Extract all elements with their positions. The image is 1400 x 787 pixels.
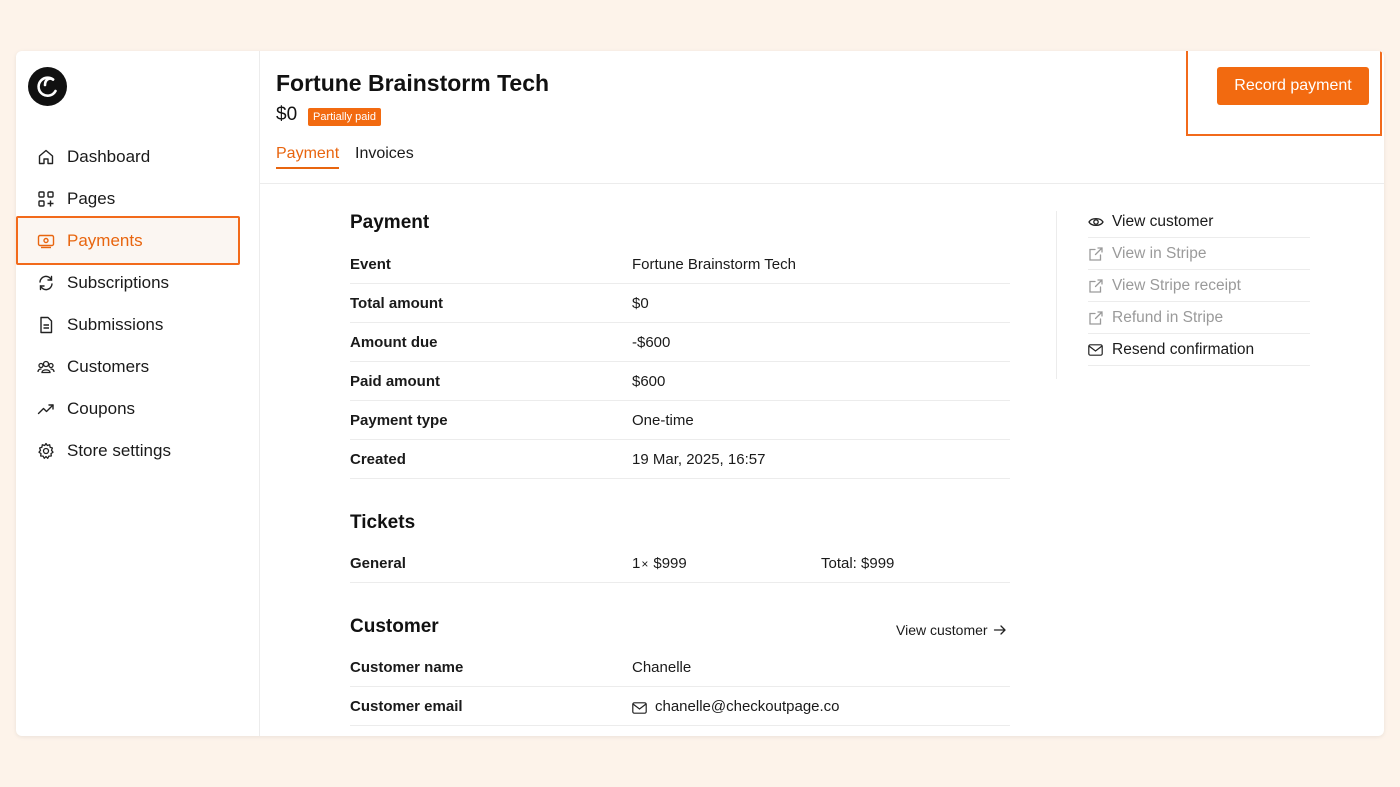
- sidebar-item-label: Submissions: [67, 315, 164, 334]
- payment-section-title: Payment: [350, 212, 430, 233]
- table-row: Created 19 Mar, 2025, 16:57: [350, 440, 1010, 479]
- action-label: Resend confirmation: [1112, 340, 1255, 358]
- table-row: Amount due -$600: [350, 323, 1010, 362]
- customer-email[interactable]: chanelle@checkoutpage.co: [655, 698, 840, 715]
- status-badge: Partially paid: [308, 108, 381, 126]
- sidebar-item-submissions[interactable]: Submissions: [36, 310, 236, 340]
- table-row: Event Fortune Brainstorm Tech: [350, 245, 1010, 284]
- view-stripe-receipt-action[interactable]: View Stripe receipt: [1088, 270, 1310, 302]
- action-label: View customer: [1112, 212, 1214, 230]
- row-label: Payment type: [350, 412, 448, 429]
- tab-payment[interactable]: Payment: [276, 145, 340, 169]
- row-value: $600: [632, 373, 666, 390]
- ticket-price: 1 × $999: [632, 555, 687, 572]
- sidebar-item-dashboard[interactable]: Dashboard: [36, 142, 236, 172]
- view-customer-link-label: View customer: [896, 622, 988, 638]
- ticket-name: General: [350, 555, 406, 572]
- view-customer-action[interactable]: View customer: [1088, 206, 1310, 238]
- sidebar-item-label: Pages: [67, 189, 116, 208]
- sidebar-item-label: Subscriptions: [67, 273, 170, 292]
- row-value: Fortune Brainstorm Tech: [632, 256, 796, 273]
- sidebar-item-store-settings[interactable]: Store settings: [36, 436, 236, 466]
- sidebar: Dashboard Pages Payments Subscriptions S: [16, 51, 260, 736]
- row-label: Customer email: [350, 698, 463, 715]
- row-value: chanelle@checkoutpage.co: [632, 698, 840, 715]
- app-window: Dashboard Pages Payments Subscriptions S: [16, 51, 1384, 736]
- page-header: Fortune Brainstorm Tech $0 Partially pai…: [260, 51, 1384, 184]
- action-label: View Stripe receipt: [1112, 276, 1241, 294]
- sidebar-item-pages[interactable]: Pages: [36, 184, 236, 214]
- row-label: Paid amount: [350, 373, 441, 390]
- payment-amount: $0: [276, 104, 298, 125]
- eye-icon: [1088, 214, 1104, 230]
- logo-icon: [37, 76, 57, 97]
- trending-icon: [36, 399, 56, 419]
- external-link-icon: [1088, 310, 1104, 326]
- mail-icon: [1088, 342, 1104, 358]
- action-label: View in Stripe: [1112, 244, 1207, 262]
- refresh-icon: [36, 273, 56, 293]
- main-content: Fortune Brainstorm Tech $0 Partially pai…: [260, 51, 1384, 736]
- refund-in-stripe-action[interactable]: Refund in Stripe: [1088, 302, 1310, 334]
- ticket-unit-price: $999: [653, 555, 687, 572]
- users-icon: [36, 357, 56, 377]
- sidebar-item-label: Store settings: [67, 441, 171, 460]
- resend-confirmation-action[interactable]: Resend confirmation: [1088, 334, 1310, 366]
- external-link-icon: [1088, 278, 1104, 294]
- table-row: Customer email chanelle@checkoutpage.co: [350, 687, 1010, 726]
- row-value: One-time: [632, 412, 694, 429]
- row-label: Event: [350, 256, 391, 273]
- tab-invoices[interactable]: Invoices: [355, 145, 414, 167]
- sidebar-item-payments[interactable]: Payments: [36, 226, 236, 256]
- customer-section-title: Customer: [350, 616, 439, 637]
- row-value: 19 Mar, 2025, 16:57: [632, 451, 766, 468]
- logo[interactable]: [28, 67, 67, 106]
- view-in-stripe-action[interactable]: View in Stripe: [1088, 238, 1310, 270]
- table-row: Payment type One-time: [350, 401, 1010, 440]
- sidebar-item-label: Customers: [67, 357, 150, 376]
- home-icon: [36, 147, 56, 167]
- sidebar-item-coupons[interactable]: Coupons: [36, 394, 236, 424]
- external-link-icon: [1088, 246, 1104, 262]
- table-row: Total amount $0: [350, 284, 1010, 323]
- sidebar-item-label: Payments: [67, 231, 143, 250]
- row-label: Created: [350, 451, 406, 468]
- sidebar-item-customers[interactable]: Customers: [36, 352, 236, 382]
- sidebar-item-label: Dashboard: [67, 147, 151, 166]
- page-title: Fortune Brainstorm Tech: [276, 70, 550, 96]
- gear-icon: [36, 441, 56, 461]
- row-value: $0: [632, 295, 649, 312]
- sidebar-item-label: Coupons: [67, 399, 136, 418]
- view-customer-link[interactable]: View customer: [896, 622, 1007, 638]
- row-label: Total amount: [350, 295, 444, 312]
- action-label: Refund in Stripe: [1112, 308, 1224, 326]
- record-payment-button[interactable]: Record payment: [1217, 67, 1369, 105]
- pages-icon: [36, 189, 56, 209]
- row-value: Chanelle: [632, 659, 692, 676]
- times-sign: ×: [641, 556, 649, 571]
- sidebar-item-subscriptions[interactable]: Subscriptions: [36, 268, 236, 298]
- payments-icon: [36, 231, 56, 251]
- row-label: Customer name: [350, 659, 464, 676]
- table-row: Paid amount $600: [350, 362, 1010, 401]
- mail-icon: [632, 702, 647, 714]
- table-row: Customer name Chanelle: [350, 648, 1010, 687]
- row-label: Amount due: [350, 334, 438, 351]
- row-value: -$600: [632, 334, 671, 351]
- actions-divider: [1056, 211, 1057, 379]
- table-row: General 1 × $999 Total: $999: [350, 544, 1010, 583]
- document-icon: [36, 315, 56, 335]
- arrow-right-icon: [993, 623, 1007, 637]
- tickets-section-title: Tickets: [350, 512, 416, 533]
- ticket-total: Total: $999: [821, 555, 895, 572]
- ticket-quantity: 1: [632, 555, 641, 572]
